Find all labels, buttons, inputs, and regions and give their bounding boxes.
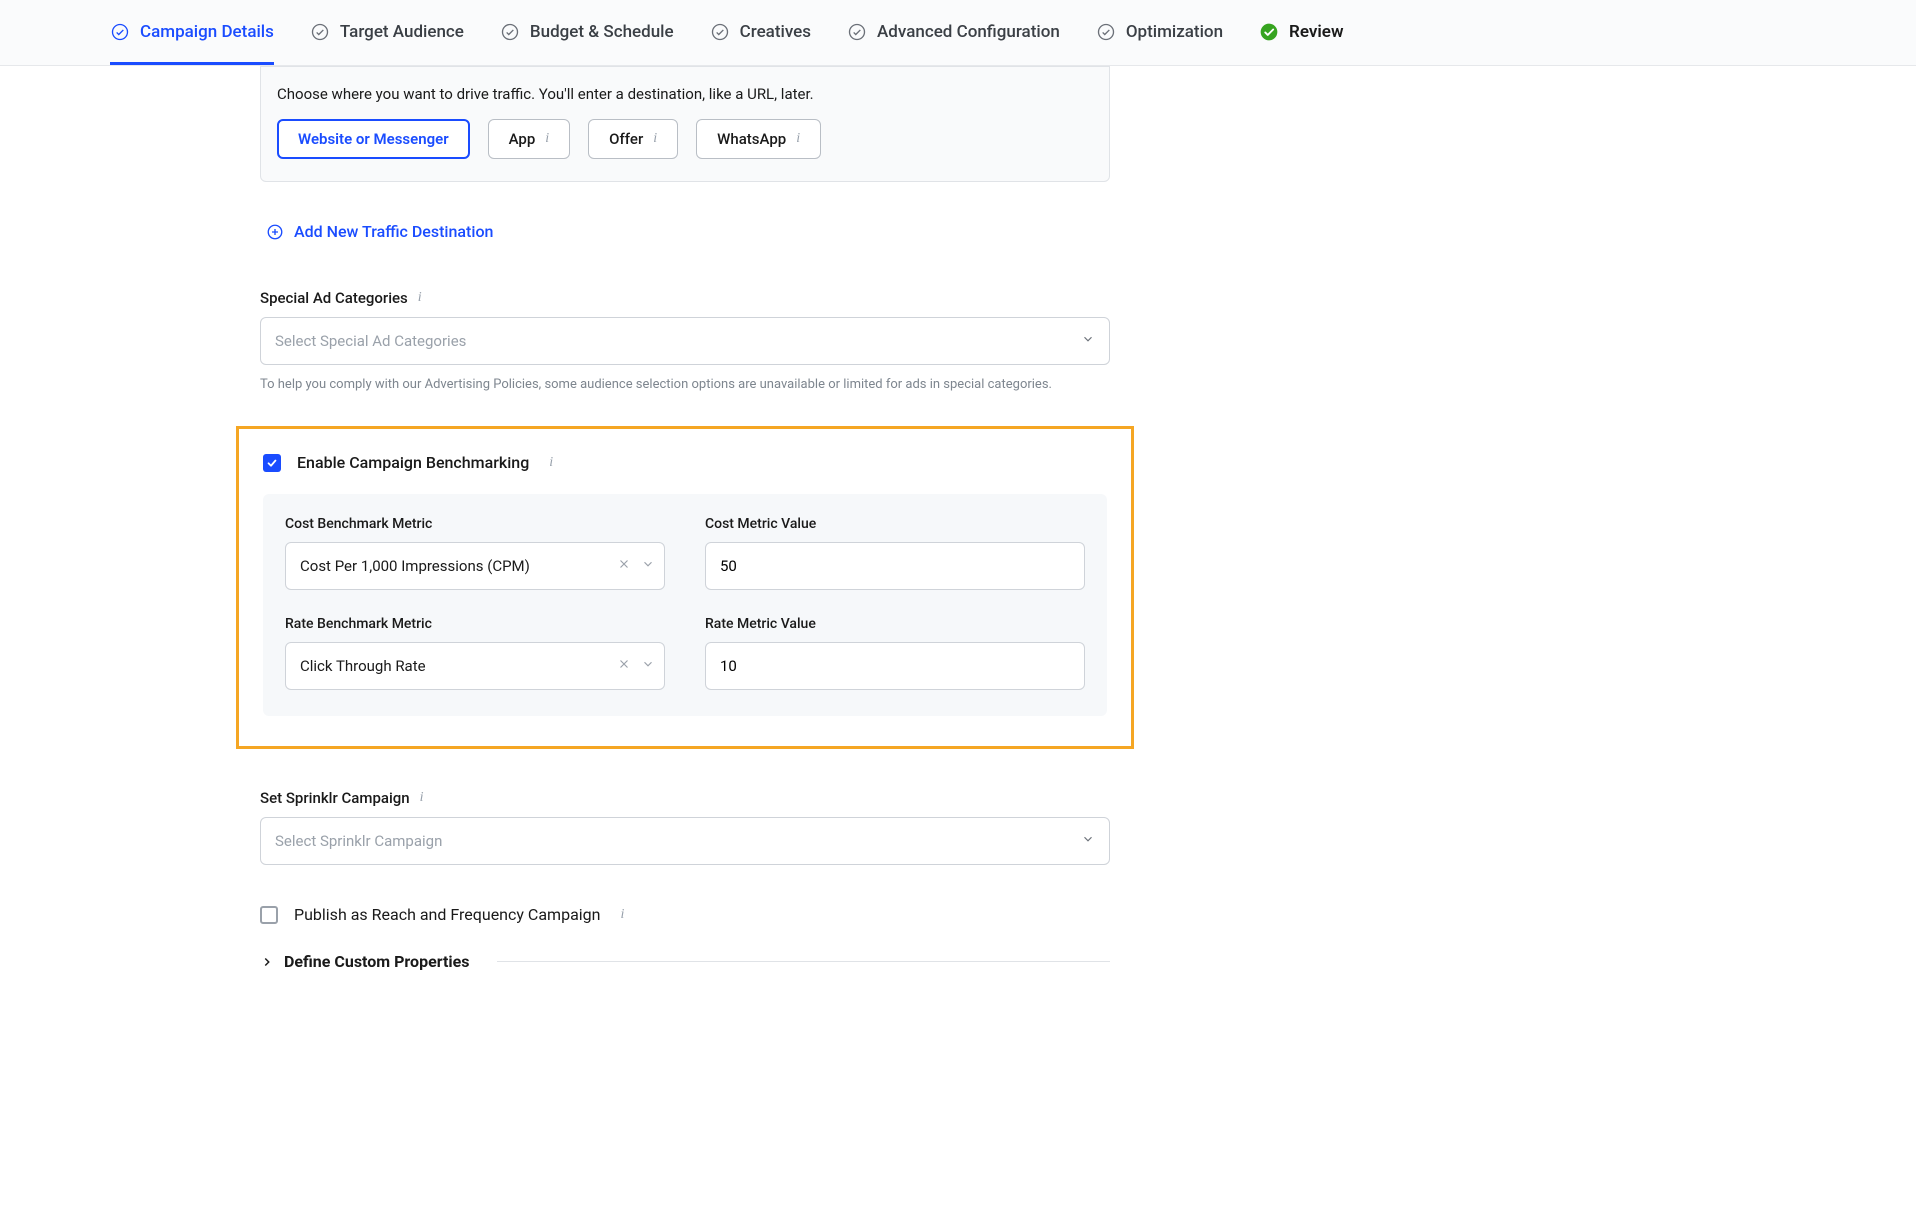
rate-value-input-wrap — [705, 642, 1085, 690]
select-placeholder: Select Special Ad Categories — [275, 332, 466, 350]
chip-label: Offer — [609, 130, 643, 148]
info-icon: i — [620, 907, 624, 923]
cost-metric-field: Cost Benchmark Metric Cost Per 1,000 Imp… — [285, 516, 665, 590]
tab-label: Optimization — [1126, 22, 1223, 42]
sprinklr-campaign-select[interactable]: Select Sprinklr Campaign — [260, 817, 1110, 865]
traffic-prompt: Choose where you want to drive traffic. … — [277, 85, 1093, 103]
add-traffic-destination-link[interactable]: Add New Traffic Destination — [266, 222, 1110, 241]
wizard-tabs: Campaign Details Target Audience Budget … — [0, 0, 1916, 66]
special-ad-helper: To help you comply with our Advertising … — [260, 377, 1110, 392]
chevron-down-icon — [1081, 332, 1095, 350]
rate-value-field: Rate Metric Value — [705, 616, 1085, 690]
clear-icon[interactable] — [617, 657, 631, 675]
tab-budget-schedule[interactable]: Budget & Schedule — [500, 0, 674, 65]
traffic-option-offer[interactable]: Offer i — [588, 119, 678, 159]
chip-label: WhatsApp — [717, 130, 786, 148]
clear-icon[interactable] — [617, 557, 631, 575]
traffic-option-website-messenger[interactable]: Website or Messenger — [277, 119, 470, 159]
checkbox-unchecked-icon — [260, 906, 278, 924]
cost-value-input[interactable] — [720, 557, 1070, 575]
info-icon: i — [418, 290, 422, 306]
info-icon: i — [549, 455, 553, 471]
tab-label: Creatives — [740, 22, 811, 42]
tab-label: Campaign Details — [140, 22, 274, 42]
chip-label: Website or Messenger — [298, 130, 449, 148]
special-ad-label: Special Ad Categories i — [260, 289, 1110, 307]
benchmark-highlight: Enable Campaign Benchmarking i Cost Benc… — [236, 426, 1134, 749]
rate-value-label: Rate Metric Value — [705, 616, 1085, 632]
check-circle-icon — [847, 22, 867, 42]
enable-benchmark-checkbox[interactable]: Enable Campaign Benchmarking i — [263, 453, 1107, 472]
cost-value-input-wrap — [705, 542, 1085, 590]
traffic-destination-card: Choose where you want to drive traffic. … — [260, 66, 1110, 182]
traffic-option-whatsapp[interactable]: WhatsApp i — [696, 119, 821, 159]
define-custom-properties-label: Define Custom Properties — [284, 952, 469, 971]
rate-metric-value: Click Through Rate — [300, 657, 426, 675]
check-circle-icon — [500, 22, 520, 42]
check-circle-icon — [710, 22, 730, 42]
reach-freq-checkbox[interactable]: Publish as Reach and Frequency Campaign … — [260, 905, 1110, 924]
tab-label: Budget & Schedule — [530, 22, 674, 42]
tab-advanced-config[interactable]: Advanced Configuration — [847, 0, 1060, 65]
sprinklr-campaign-label: Set Sprinklr Campaign i — [260, 789, 1110, 807]
tab-label: Target Audience — [340, 22, 464, 42]
info-icon: i — [796, 131, 800, 147]
benchmark-panel: Cost Benchmark Metric Cost Per 1,000 Imp… — [263, 494, 1107, 716]
tab-review[interactable]: Review — [1259, 0, 1343, 65]
info-icon: i — [653, 131, 657, 147]
cost-value-field: Cost Metric Value — [705, 516, 1085, 590]
enable-benchmark-label: Enable Campaign Benchmarking — [297, 453, 529, 472]
check-circle-icon — [310, 22, 330, 42]
select-placeholder: Select Sprinklr Campaign — [275, 832, 442, 850]
info-icon: i — [545, 131, 549, 147]
plus-circle-icon — [266, 223, 284, 241]
cost-metric-label: Cost Benchmark Metric — [285, 516, 665, 532]
divider — [497, 961, 1110, 962]
chevron-down-icon[interactable] — [641, 657, 655, 675]
cost-value-label: Cost Metric Value — [705, 516, 1085, 532]
checkbox-checked-icon — [263, 454, 281, 472]
info-icon: i — [420, 790, 424, 806]
check-circle-icon — [110, 22, 130, 42]
define-custom-properties-row[interactable]: Define Custom Properties — [260, 952, 1110, 971]
rate-metric-select[interactable]: Click Through Rate — [285, 642, 665, 690]
rate-value-input[interactable] — [720, 657, 1070, 675]
cost-metric-value: Cost Per 1,000 Impressions (CPM) — [300, 557, 530, 575]
traffic-option-app[interactable]: App i — [488, 119, 571, 159]
chevron-right-icon — [260, 955, 274, 969]
rate-metric-label: Rate Benchmark Metric — [285, 616, 665, 632]
tab-creatives[interactable]: Creatives — [710, 0, 811, 65]
tab-optimization[interactable]: Optimization — [1096, 0, 1223, 65]
tab-label: Advanced Configuration — [877, 22, 1060, 42]
tab-target-audience[interactable]: Target Audience — [310, 0, 464, 65]
chevron-down-icon — [1081, 832, 1095, 850]
rate-metric-field: Rate Benchmark Metric Click Through Rate — [285, 616, 665, 690]
tab-campaign-details[interactable]: Campaign Details — [110, 0, 274, 65]
chevron-down-icon[interactable] — [641, 557, 655, 575]
check-circle-icon — [1096, 22, 1116, 42]
traffic-options: Website or Messenger App i Offer i Whats… — [277, 119, 1093, 159]
cost-metric-select[interactable]: Cost Per 1,000 Impressions (CPM) — [285, 542, 665, 590]
special-ad-select[interactable]: Select Special Ad Categories — [260, 317, 1110, 365]
label-text: Special Ad Categories — [260, 289, 408, 307]
label-text: Set Sprinklr Campaign — [260, 789, 410, 807]
reach-freq-label: Publish as Reach and Frequency Campaign — [294, 905, 600, 924]
tab-label: Review — [1289, 22, 1343, 42]
chip-label: App — [509, 130, 536, 148]
add-link-label: Add New Traffic Destination — [294, 222, 493, 241]
check-circle-solid-icon — [1259, 22, 1279, 42]
